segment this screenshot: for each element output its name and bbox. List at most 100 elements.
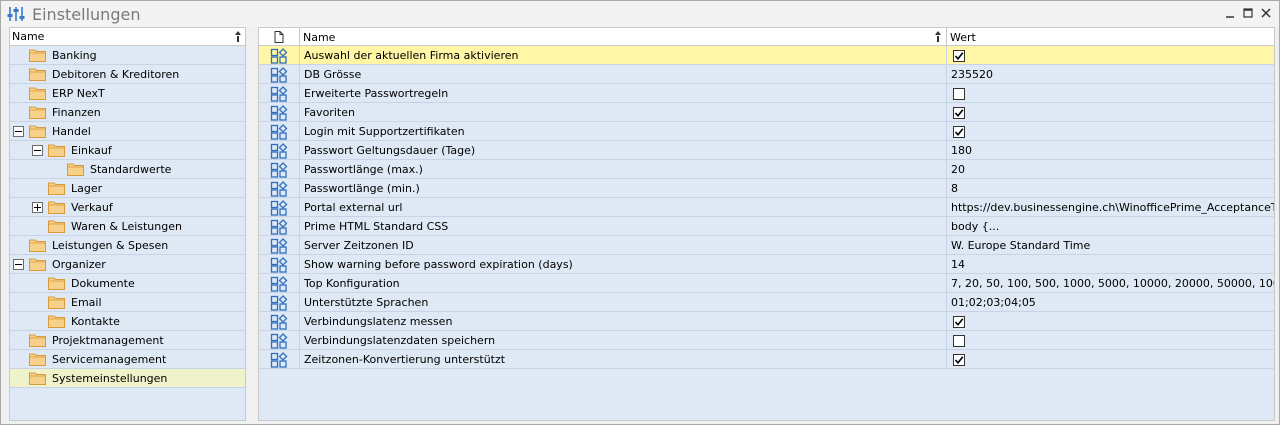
folder-icon xyxy=(29,334,46,347)
folder-icon xyxy=(48,144,65,157)
setting-value[interactable]: 180 xyxy=(947,141,1274,160)
folder-icon xyxy=(29,87,46,100)
table-row[interactable]: Favoriten xyxy=(259,103,1274,122)
table-row[interactable]: Verbindungslatenz messen xyxy=(259,312,1274,331)
grid-column-name[interactable]: Name xyxy=(300,28,947,46)
tree-item[interactable]: Systemeinstellungen xyxy=(10,369,245,388)
table-row[interactable]: Verbindungslatenzdaten speichern xyxy=(259,331,1274,350)
setting-value[interactable]: body {... xyxy=(947,217,1274,236)
setting-value-cell xyxy=(947,350,1274,369)
sliders-icon xyxy=(7,7,25,21)
setting-value-cell xyxy=(947,84,1274,103)
close-icon[interactable] xyxy=(1259,6,1273,20)
table-row[interactable]: Top Konfiguration 7, 20, 50, 100, 500, 10… xyxy=(259,274,1274,293)
row-icon-cell xyxy=(259,65,300,84)
tree-item-label: Finanzen xyxy=(52,106,101,119)
table-row[interactable]: Unterstützte Sprachen 01;02;03;04;05 xyxy=(259,293,1274,312)
tree-item[interactable]: Waren & Leistungen xyxy=(10,217,245,236)
setting-value[interactable]: 14 xyxy=(947,255,1274,274)
table-row[interactable]: Portal external url https://dev.businesse… xyxy=(259,198,1274,217)
collapse-icon[interactable] xyxy=(13,126,24,137)
tree-item[interactable]: Leistungen & Spesen xyxy=(10,236,245,255)
table-row[interactable]: Auswahl der aktuellen Firma aktivieren xyxy=(259,46,1274,65)
tree-item[interactable]: Debitoren & Kreditoren xyxy=(10,65,245,84)
setting-name: Passwort Geltungsdauer (Tage) xyxy=(300,141,947,160)
row-icon-cell xyxy=(259,350,300,369)
table-row[interactable]: Passwortlänge (min.) 8 xyxy=(259,179,1274,198)
tree-item-label: Organizer xyxy=(52,258,106,271)
table-row[interactable]: DB Grösse 235520 xyxy=(259,65,1274,84)
grid-column-value[interactable]: Wert xyxy=(947,28,1274,46)
setting-value[interactable]: 235520 xyxy=(947,65,1274,84)
grid-column-value-label: Wert xyxy=(950,30,976,44)
setting-checkbox[interactable] xyxy=(953,353,965,366)
setting-checkbox[interactable] xyxy=(953,334,965,347)
collapse-icon[interactable] xyxy=(13,259,24,270)
row-icon-cell xyxy=(259,274,300,293)
row-icon-cell xyxy=(259,103,300,122)
setting-checkbox[interactable] xyxy=(953,87,965,100)
table-row[interactable]: Passwortlänge (max.) 20 xyxy=(259,160,1274,179)
setting-value[interactable]: 7, 20, 50, 100, 500, 1000, 5000, 10000, … xyxy=(947,274,1274,293)
sort-icon[interactable] xyxy=(934,31,942,43)
table-row[interactable]: Login mit Supportzertifikaten xyxy=(259,122,1274,141)
tree-item[interactable]: Kontakte xyxy=(10,312,245,331)
maximize-icon[interactable] xyxy=(1241,6,1255,20)
setting-grid-icon xyxy=(270,332,288,349)
row-icon-cell xyxy=(259,122,300,141)
setting-value-cell xyxy=(947,46,1274,65)
tree-item[interactable]: Verkauf xyxy=(10,198,245,217)
setting-value-cell xyxy=(947,312,1274,331)
setting-grid-icon xyxy=(270,180,288,197)
tree-item[interactable]: Finanzen xyxy=(10,103,245,122)
tree-item[interactable]: Lager xyxy=(10,179,245,198)
table-row[interactable]: Zeitzonen-Konvertierung unterstützt xyxy=(259,350,1274,369)
table-row[interactable]: Prime HTML Standard CSS body {... xyxy=(259,217,1274,236)
tree-item-label: Projektmanagement xyxy=(52,334,164,347)
tree-item[interactable]: Dokumente xyxy=(10,274,245,293)
tree-item[interactable]: Standardwerte xyxy=(10,160,245,179)
tree-column-header[interactable]: Name xyxy=(10,28,245,46)
setting-grid-icon xyxy=(270,237,288,254)
table-row[interactable]: Passwort Geltungsdauer (Tage) 180 xyxy=(259,141,1274,160)
folder-icon xyxy=(29,353,46,366)
tree-item[interactable]: Organizer xyxy=(10,255,245,274)
table-row[interactable]: Server Zeitzonen ID W. Europe Standard Ti… xyxy=(259,236,1274,255)
grid-column-icon[interactable] xyxy=(259,28,300,46)
folder-icon xyxy=(48,220,65,233)
expand-icon[interactable] xyxy=(32,202,43,213)
row-icon-cell xyxy=(259,331,300,350)
tree-item[interactable]: Email xyxy=(10,293,245,312)
setting-value[interactable]: 8 xyxy=(947,179,1274,198)
setting-name: Portal external url xyxy=(300,198,947,217)
setting-checkbox[interactable] xyxy=(953,315,965,328)
table-row[interactable]: Erweiterte Passwortregeln xyxy=(259,84,1274,103)
checkmark-icon xyxy=(954,108,964,117)
setting-name: Verbindungslatenz messen xyxy=(300,312,947,331)
setting-grid-icon xyxy=(270,294,288,311)
tree-item[interactable]: Handel xyxy=(10,122,245,141)
setting-value[interactable]: https://dev.businessengine.ch\WinofficeP… xyxy=(947,198,1274,217)
table-row[interactable]: Show warning before password expiration … xyxy=(259,255,1274,274)
setting-checkbox[interactable] xyxy=(953,125,965,138)
sort-icon[interactable] xyxy=(234,31,242,43)
settings-window: Einstellungen Name Banking Debitoren & Kr… xyxy=(0,0,1280,425)
checkmark-icon xyxy=(954,317,964,326)
tree-item[interactable]: Banking xyxy=(10,46,245,65)
minimize-icon[interactable] xyxy=(1223,6,1237,20)
tree-item[interactable]: Projektmanagement xyxy=(10,331,245,350)
collapse-icon[interactable] xyxy=(32,145,43,156)
tree-item[interactable]: Einkauf xyxy=(10,141,245,160)
setting-value[interactable]: 20 xyxy=(947,160,1274,179)
setting-name: DB Grösse xyxy=(300,65,947,84)
setting-checkbox[interactable] xyxy=(953,106,965,119)
tree-item[interactable]: Servicemanagement xyxy=(10,350,245,369)
setting-value[interactable]: 01;02;03;04;05 xyxy=(947,293,1274,312)
folder-icon xyxy=(48,296,65,309)
setting-checkbox[interactable] xyxy=(953,49,965,62)
row-icon-cell xyxy=(259,198,300,217)
row-icon-cell xyxy=(259,179,300,198)
tree-item[interactable]: ERP NexT xyxy=(10,84,245,103)
setting-grid-icon xyxy=(270,275,288,292)
setting-value[interactable]: W. Europe Standard Time xyxy=(947,236,1274,255)
